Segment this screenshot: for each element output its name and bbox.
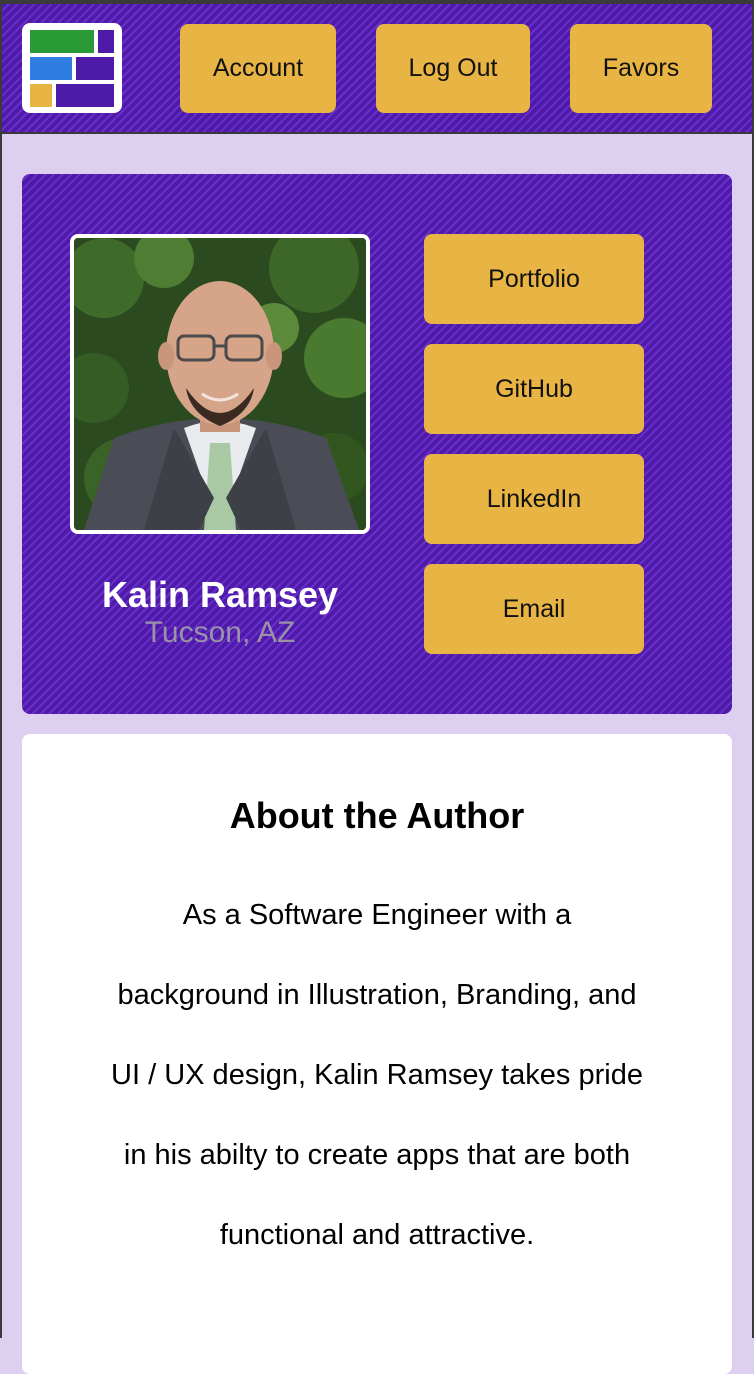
about-card: About the Author As a Software Engineer … <box>22 734 732 1374</box>
about-line: functional and attractive. <box>219 1219 535 1251</box>
portfolio-button[interactable]: Portfolio <box>424 234 644 324</box>
logo-blue-block <box>30 57 72 80</box>
logo-purple-block <box>56 84 114 107</box>
logo-purple-block <box>76 57 114 80</box>
about-line: As a Software Engineer with a <box>182 899 572 931</box>
linkedin-button[interactable]: LinkedIn <box>424 454 644 544</box>
about-line: in his abilty to create apps that are bo… <box>123 1139 631 1171</box>
author-portrait-image <box>74 238 366 530</box>
author-name: Kalin Ramsey <box>101 574 339 615</box>
about-title: About the Author <box>229 795 525 836</box>
log-out-button[interactable]: Log Out <box>376 24 530 113</box>
author-location: Tucson, AZ <box>144 616 296 649</box>
logo-yellow-block <box>30 84 52 107</box>
github-button[interactable]: GitHub <box>424 344 644 434</box>
email-button[interactable]: Email <box>424 564 644 654</box>
logo-green-block <box>30 30 94 53</box>
about-line: UI / UX design, Kalin Ramsey takes pride <box>111 1059 643 1091</box>
about-text: As a Software Engineer with a background… <box>77 875 677 1275</box>
account-button[interactable]: Account <box>180 24 336 113</box>
logo-purple-block <box>98 30 114 53</box>
about-line: background in Illustration, Branding, an… <box>117 979 637 1011</box>
author-photo <box>70 234 370 534</box>
top-nav-bar: Account Log Out Favors <box>2 4 752 134</box>
favors-button[interactable]: Favors <box>570 24 712 113</box>
profile-card: Kalin Ramsey Tucson, AZ Portfolio GitHub… <box>22 174 732 714</box>
app-logo-icon[interactable] <box>22 23 122 113</box>
